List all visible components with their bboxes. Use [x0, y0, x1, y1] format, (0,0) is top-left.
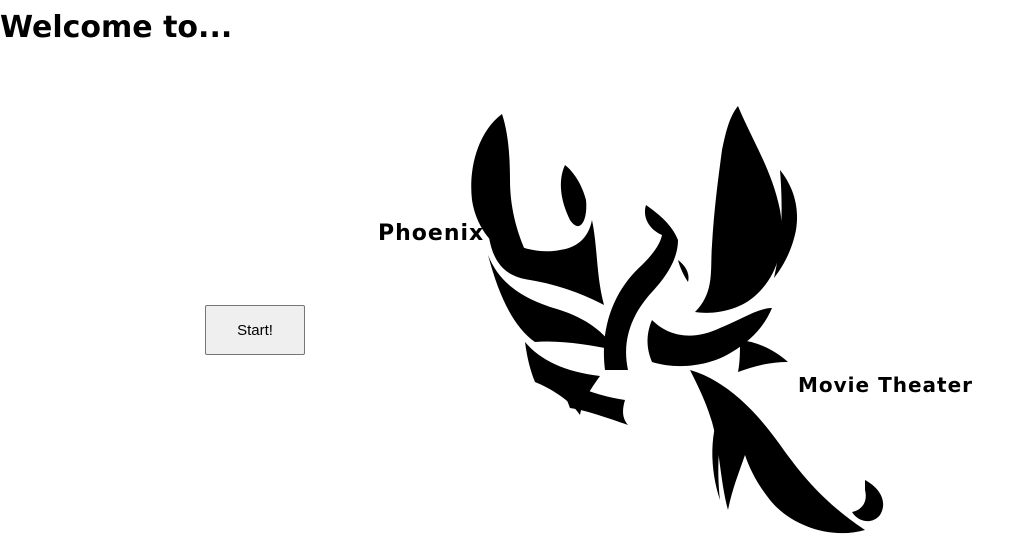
page-title: Welcome to... — [0, 10, 233, 45]
logo-word-bottom: Movie Theater — [798, 373, 973, 397]
start-button[interactable]: Start! — [205, 305, 305, 355]
phoenix-logo: Phoenix Movie Theater — [378, 106, 973, 534]
phoenix-icon — [471, 106, 884, 534]
page: Welcome to... Start! Phoenix Movie Theat… — [0, 0, 1018, 560]
logo-word-top: Phoenix — [378, 221, 484, 246]
